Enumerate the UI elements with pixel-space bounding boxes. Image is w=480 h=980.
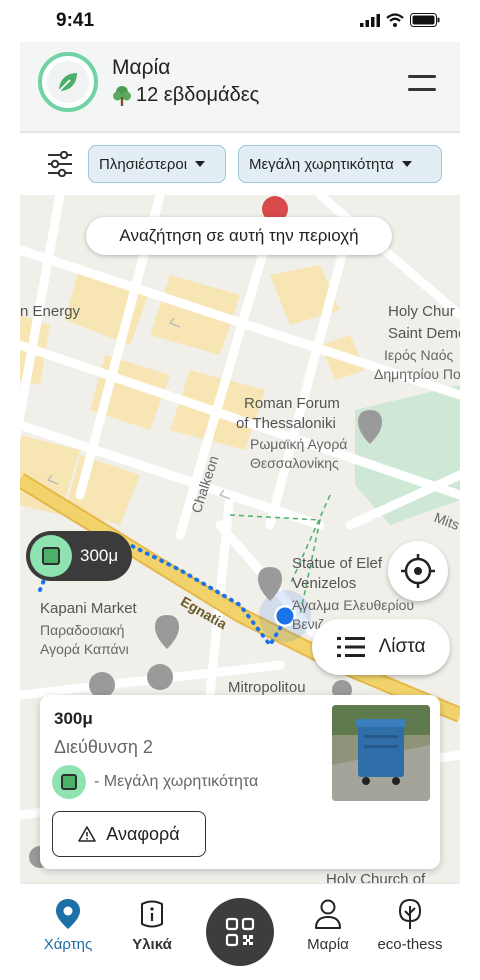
card-capacity-label: - Μεγάλη χωρητικότητα	[94, 773, 259, 790]
report-label: Αναφορά	[106, 823, 180, 844]
avatar[interactable]	[38, 52, 98, 112]
bin-info-card[interactable]: 300μ Διεύθυνση 2 - Μεγάλη χωρητικότητα Α…	[40, 695, 440, 869]
map-label-mitropolitou: Mitropolitou	[228, 679, 306, 696]
crosshair-icon	[401, 554, 435, 588]
sort-value: Πλησιέστεροι	[99, 155, 188, 173]
map-label-energy: n Energy	[20, 303, 81, 320]
map-label-dimitriou: Δημητρίου Πολιού	[374, 366, 460, 382]
nav-eco-thess[interactable]: eco-thess	[370, 898, 450, 953]
status-icons	[360, 13, 440, 27]
nav-materials-label: Υλικά	[132, 936, 172, 953]
list-icon	[336, 637, 365, 657]
map-label-roman-forum: Roman Forum	[244, 395, 340, 412]
nav-profile-label: Μαρία	[307, 936, 349, 953]
map-label-saint-deme: Saint Deme	[388, 325, 460, 342]
map-label-romaiki: Ρωμαϊκή Αγορά	[250, 436, 348, 452]
warning-icon	[78, 826, 97, 842]
locate-me-button[interactable]	[388, 541, 448, 601]
map-label-romaiki-2: Θεσσαλονίκης	[250, 455, 339, 471]
card-address: Διεύθυνση 2	[54, 737, 153, 757]
bin-marker-distance[interactable]: 300μ	[26, 531, 132, 581]
report-button[interactable]: Αναφορά	[52, 811, 206, 857]
list-view-button[interactable]: Λίστα	[312, 619, 450, 675]
signal-icon	[360, 14, 380, 27]
map-pin-icon	[56, 899, 80, 929]
streak-weeks: 12 εβδομάδες	[112, 84, 259, 107]
map-label-venizelos: Venizelos	[292, 575, 357, 592]
card-distance: 300μ	[54, 709, 93, 728]
map-label-agalma: Άγαλμα Ελευθερίου	[292, 597, 415, 613]
marker-distance: 300μ	[80, 546, 119, 565]
tree-icon	[398, 898, 422, 929]
card-capacity: - Μεγάλη χωρητικότητα	[52, 765, 258, 799]
qr-code-icon	[225, 917, 255, 947]
chevron-down-icon	[195, 161, 206, 167]
list-button-label: Λίστα	[378, 636, 426, 657]
map-label-holy-church: Holy Chur	[388, 303, 455, 320]
menu-button[interactable]	[408, 72, 436, 94]
wifi-icon	[386, 13, 404, 27]
status-bar: 9:41	[20, 0, 460, 42]
nav-map[interactable]: Χάρτης	[28, 898, 108, 953]
nav-profile[interactable]: Μαρία	[288, 898, 368, 953]
nav-eco-label: eco-thess	[377, 936, 443, 953]
capacity-dropdown[interactable]: Μεγάλη χωρητικότητα	[238, 145, 442, 183]
capacity-value: Μεγάλη χωρητικότητα	[249, 155, 394, 173]
leaf-icon	[58, 73, 77, 92]
map-label-kapani: Kapani Market	[40, 600, 137, 617]
battery-icon	[410, 13, 440, 27]
status-time: 9:41	[56, 10, 95, 31]
search-this-area-button[interactable]: Αναζήτηση σε αυτή την περιοχή	[86, 217, 392, 255]
map-label-kapani-3: Αγορά Καπάνι	[40, 641, 129, 657]
map-view[interactable]: n Energy Holy Chur Saint Deme Ιερός Ναός…	[20, 195, 460, 885]
map-label-kapani-2: Παραδοσιακή	[40, 622, 125, 638]
nav-map-label: Χάρτης	[43, 936, 93, 953]
info-book-icon	[141, 900, 163, 928]
map-label-ieros-naos: Ιερός Ναός	[384, 347, 454, 363]
sliders-icon[interactable]	[46, 151, 74, 177]
map-label-statue: Statue of Elef	[292, 555, 383, 572]
tree-icon	[113, 85, 131, 106]
qr-scan-button[interactable]	[206, 898, 274, 966]
weeks-label: 12 εβδομάδες	[136, 84, 260, 106]
phone-screen: 9:41 Μαρία 12 εβδομάδες Πλησιέστεροι Μεγ…	[20, 0, 460, 980]
bin-photo	[332, 705, 430, 801]
bin-icon	[42, 547, 60, 565]
user-icon	[315, 899, 341, 929]
nav-materials[interactable]: Υλικά	[112, 898, 192, 953]
user-name: Μαρία	[112, 56, 171, 79]
bottom-navigation: Χάρτης Υλικά Μαρία eco-thess	[20, 883, 460, 980]
filter-bar: Πλησιέστεροι Μεγάλη χωρητικότητα	[20, 133, 460, 195]
chevron-down-icon	[401, 161, 412, 167]
map-label-roman-forum-2: of Thessaloniki	[236, 415, 336, 432]
bin-icon	[61, 774, 77, 790]
profile-header: Μαρία 12 εβδομάδες	[20, 42, 460, 132]
menu-icon	[408, 75, 436, 78]
sort-dropdown[interactable]: Πλησιέστεροι	[88, 145, 226, 183]
